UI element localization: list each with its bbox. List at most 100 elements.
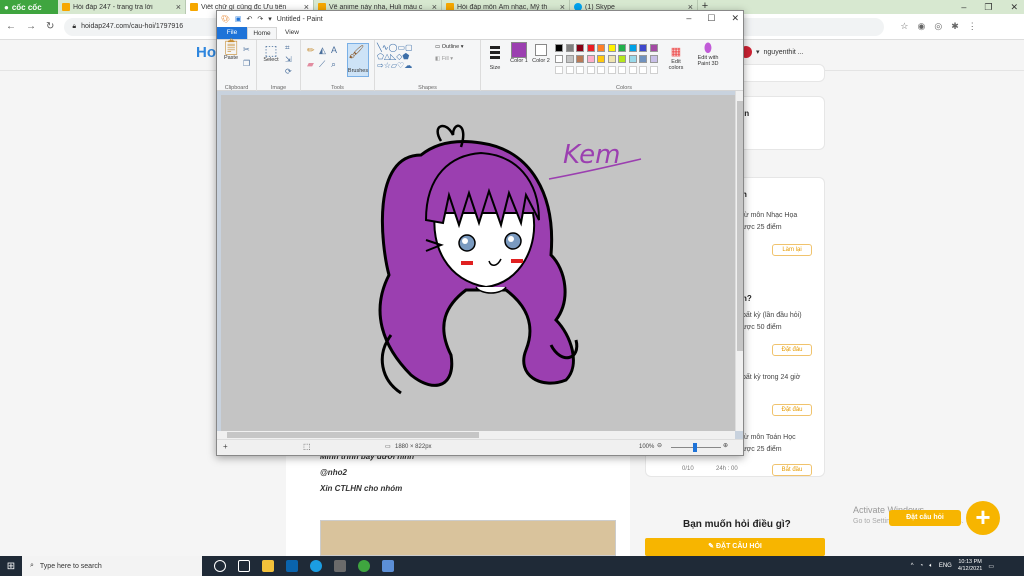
magnifier-tool[interactable]: ⌕ [331,58,336,71]
cortana-icon[interactable] [214,560,226,572]
maximize-icon[interactable]: ☐ [707,13,715,24]
back-arrow-icon[interactable]: ← [6,21,16,32]
palette-swatch[interactable] [607,44,616,52]
palette-swatch[interactable] [555,55,563,63]
shapes-gallery[interactable]: ╲∿◯▭▢ ⬠△◺◇⬟ ⇨☆▱♡☁ [377,43,425,70]
paint-taskbar-icon[interactable] [382,560,394,572]
forward-arrow-icon[interactable]: → [26,21,36,32]
palette-swatch[interactable] [565,44,574,52]
float-ask-plus-button[interactable]: + [966,501,1000,535]
puzzle-icon[interactable]: ✱ [951,21,959,32]
menu-file[interactable]: File [217,27,247,39]
minimize-icon[interactable]: – [686,13,691,24]
close-icon[interactable]: ✕ [731,13,739,24]
palette-swatch[interactable] [649,44,658,52]
zoom-in-icon[interactable]: ⊕ [723,442,728,449]
taskbar-search[interactable]: ⌕ Type here to search [22,556,202,576]
tab-view[interactable]: View [277,27,307,39]
size-tool[interactable]: ▬ ▬ ▬ Size [485,42,505,72]
zoom-out-icon[interactable]: ⊖ [657,442,662,449]
tab-home[interactable]: Home [247,27,277,39]
float-ask-label[interactable]: Đặt câu hỏi [889,510,961,526]
palette-swatch[interactable] [618,55,626,63]
horizontal-scroll-thumb[interactable] [227,432,479,438]
custom-swatch[interactable] [618,66,626,74]
custom-swatch[interactable] [555,66,563,74]
file-explorer-icon[interactable] [262,560,274,572]
custom-swatch[interactable] [586,66,595,74]
color2-selector[interactable]: Color 2 [531,42,551,64]
answer-image[interactable] [320,520,616,556]
palette-swatch[interactable] [607,55,616,63]
picker-tool[interactable]: ⟋ [319,58,325,71]
close-icon[interactable]: ✕ [1010,2,1018,13]
select-tool[interactable]: ⬚ Select [261,43,281,63]
mail-icon[interactable] [286,560,298,572]
text-tool[interactable]: A [331,44,337,57]
rotate-tool[interactable]: ⟳ [285,66,292,79]
quick-access-dropdown-icon[interactable]: ▾ [268,15,272,23]
language[interactable]: ENG [939,563,952,569]
palette-swatch[interactable] [576,44,584,52]
site-logo[interactable]: Ho [196,44,216,61]
star-icon[interactable]: ☆ [900,21,908,32]
tray-up-icon[interactable]: ^ [911,563,914,569]
zoom-slider-thumb[interactable] [693,443,697,452]
palette-swatch[interactable] [597,55,605,63]
color1-selector[interactable]: Color 1 [509,42,529,64]
network-icon[interactable]: ◔ [920,563,924,569]
volume-icon[interactable]: 🔈︎ [929,563,933,570]
palette-swatch[interactable] [639,55,647,63]
custom-swatch[interactable] [639,66,647,74]
custom-swatch[interactable] [649,66,658,74]
clock[interactable]: 10:13 PM 4/12/2021 [958,559,982,573]
extension-icon[interactable]: ◎ [934,21,942,32]
palette-swatch[interactable] [555,44,563,52]
fill-shape-tool[interactable]: ◧ Fill ▾ [435,56,453,62]
task-view-icon[interactable] [238,560,250,572]
custom-swatch[interactable] [597,66,605,74]
ask-small-button[interactable]: Đặt đâu [772,344,812,356]
browser-brand[interactable]: ● cốc cốc [0,0,58,14]
coccoc-icon[interactable] [358,560,370,572]
start-button[interactable]: Bắt đầu [772,464,812,476]
cut-tool[interactable]: ✂ [243,44,250,57]
ask-small-button-2[interactable]: Đặt đâu [772,404,812,416]
palette-swatch[interactable] [639,44,647,52]
minimize-icon[interactable]: – [961,2,966,12]
palette-swatch[interactable] [628,44,637,52]
copy-tool[interactable]: ❐ [243,58,250,71]
notification-icon[interactable]: ▭ [988,563,994,570]
maximize-icon[interactable]: ❐ [984,2,992,13]
drawing-canvas[interactable]: Kem [221,95,735,431]
palette-swatch[interactable] [649,55,658,63]
pencil-tool[interactable]: ✏ [307,44,315,57]
edit-colors-button[interactable]: ▦ Edit colors [665,46,687,71]
palette-swatch[interactable] [586,55,595,63]
vertical-scrollbar[interactable] [735,91,743,431]
palette-swatch[interactable] [565,55,574,63]
paste-tool[interactable]: 📋︎ Paste [221,40,241,62]
custom-swatch[interactable] [607,66,616,74]
extension-icon[interactable]: ◉ [917,21,925,32]
vertical-scroll-thumb[interactable] [737,101,743,351]
edge-icon[interactable] [310,560,322,572]
close-icon[interactable]: × [176,2,181,12]
redo-icon[interactable]: ↷ [257,15,263,23]
horizontal-scrollbar[interactable] [217,431,735,439]
custom-swatch[interactable] [628,66,637,74]
outline-tool[interactable]: ▭ Outline ▾ [435,44,463,50]
palette-swatch[interactable] [597,44,605,52]
custom-swatch[interactable] [576,66,584,74]
fill-tool[interactable]: ◭ [319,44,326,57]
eraser-tool[interactable]: ▰ [307,58,314,71]
save-icon[interactable]: ▣ [235,15,242,23]
palette-swatch[interactable] [586,44,595,52]
user-menu[interactable]: ▾ nguyenthit ... [740,46,804,58]
undo-icon[interactable]: ↶ [247,15,253,23]
palette-swatch[interactable] [576,55,584,63]
paint3d-button[interactable]: ⬮ Edit with Paint 3D [691,41,725,67]
windows-start-icon[interactable]: ⊞ [0,561,22,572]
palette-swatch[interactable] [628,55,637,63]
store-icon[interactable] [334,560,346,572]
